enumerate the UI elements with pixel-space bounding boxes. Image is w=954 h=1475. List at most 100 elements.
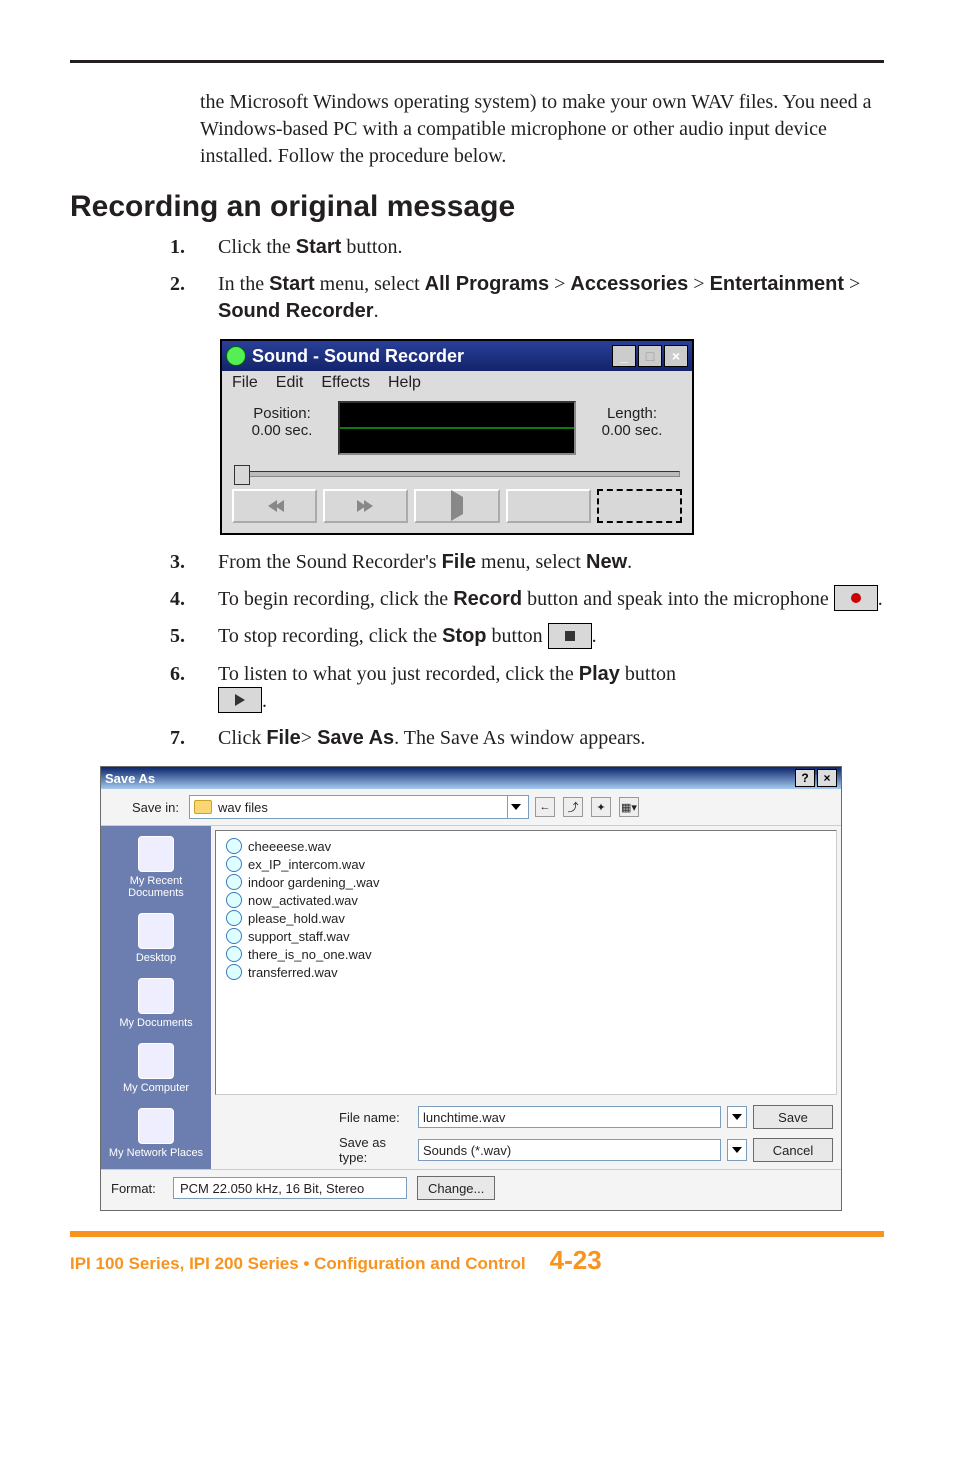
place-mydocs[interactable]: My Documents (119, 978, 192, 1029)
steps-list: 1. Click the Start button. 2. In the Sta… (170, 234, 884, 325)
position-readout: Position: 0.00 sec. (232, 401, 332, 455)
list-item[interactable]: there_is_no_one.wav (226, 945, 826, 963)
seek-start-icon (268, 500, 282, 512)
titlebar[interactable]: Sound - Sound Recorder _ □ × (222, 341, 692, 371)
menu-file[interactable]: File (232, 374, 258, 392)
steps-list-continued: 3. From the Sound Recorder's File menu, … (170, 549, 884, 752)
section-heading: Recording an original message (70, 190, 884, 224)
places-bar: My Recent Documents Desktop My Documents… (101, 826, 211, 1169)
chevron-down-icon (507, 796, 524, 818)
seek-start-button[interactable] (232, 489, 317, 523)
close-button[interactable]: × (664, 345, 688, 367)
place-recent[interactable]: My Recent Documents (101, 836, 211, 899)
wav-icon (226, 856, 242, 872)
step-number: 2. (170, 271, 218, 298)
step-1: 1. Click the Start button. (170, 234, 884, 261)
wav-icon (226, 874, 242, 890)
save-in-dropdown[interactable]: wav files (189, 795, 529, 819)
menu-help[interactable]: Help (388, 374, 421, 392)
list-item[interactable]: support_staff.wav (226, 927, 826, 945)
place-desktop[interactable]: Desktop (136, 913, 176, 964)
step-3: 3. From the Sound Recorder's File menu, … (170, 549, 884, 576)
saveastype-select[interactable]: Sounds (*.wav) (418, 1139, 721, 1161)
network-icon (138, 1108, 174, 1144)
save-in-value: wav files (218, 800, 268, 815)
record-button[interactable] (597, 489, 682, 523)
place-mynetwork[interactable]: My Network Places (109, 1108, 203, 1159)
step-2: 2. In the Start menu, select All Program… (170, 271, 884, 325)
length-readout: Length: 0.00 sec. (582, 401, 682, 455)
back-icon[interactable]: ← (535, 797, 555, 817)
record-icon (851, 593, 861, 603)
titlebar[interactable]: Save As ? × (101, 767, 841, 789)
folder-icon (194, 800, 212, 814)
step-4: 4. To begin recording, click the Record … (170, 586, 884, 613)
step-number: 7. (170, 725, 218, 752)
format-label: Format: (111, 1181, 163, 1196)
list-item[interactable]: now_activated.wav (226, 891, 826, 909)
step-number: 3. (170, 549, 218, 576)
change-button[interactable]: Change... (417, 1176, 495, 1200)
step-7: 7. Click File> Save As. The Save As wind… (170, 725, 884, 752)
list-item[interactable]: ex_IP_intercom.wav (226, 855, 826, 873)
app-icon (226, 346, 246, 366)
menu-effects[interactable]: Effects (321, 374, 370, 392)
file-list[interactable]: cheeeese.wav ex_IP_intercom.wav indoor g… (215, 830, 837, 1095)
page-number: 4-23 (550, 1245, 602, 1276)
close-button[interactable]: × (817, 769, 837, 787)
menu-edit[interactable]: Edit (276, 374, 304, 392)
step-number: 5. (170, 623, 218, 650)
minimize-button[interactable]: _ (612, 345, 636, 367)
desktop-icon (138, 913, 174, 949)
computer-icon (138, 1043, 174, 1079)
recent-icon (138, 836, 174, 872)
stop-button-inline (548, 623, 592, 649)
wav-icon (226, 946, 242, 962)
play-button-inline (218, 687, 262, 713)
wav-icon (226, 910, 242, 926)
format-value: PCM 22.050 kHz, 16 Bit, Stereo (173, 1177, 407, 1199)
seek-end-button[interactable] (323, 489, 408, 523)
step-5: 5. To stop recording, click the Stop but… (170, 623, 884, 650)
filename-label: File name: (327, 1110, 412, 1125)
seek-end-icon (359, 500, 373, 512)
wav-icon (226, 964, 242, 980)
saveastype-dropdown[interactable] (727, 1139, 747, 1161)
views-icon[interactable]: ▦▾ (619, 797, 639, 817)
help-button[interactable]: ? (795, 769, 815, 787)
up-folder-icon[interactable]: ⤴ (563, 797, 583, 817)
cancel-button[interactable]: Cancel (753, 1138, 833, 1162)
step-6: 6. To listen to what you just recorded, … (170, 661, 884, 715)
sound-recorder-window: Sound - Sound Recorder _ □ × File Edit E… (220, 339, 694, 535)
documents-icon (138, 978, 174, 1014)
list-item[interactable]: indoor gardening_.wav (226, 873, 826, 891)
step-number: 4. (170, 586, 218, 613)
list-item[interactable]: cheeeese.wav (226, 837, 826, 855)
place-mycomputer[interactable]: My Computer (123, 1043, 189, 1094)
window-title: Save As (105, 771, 155, 786)
record-button-inline (834, 585, 878, 611)
footer-text: IPI 100 Series, IPI 200 Series • Configu… (70, 1254, 526, 1274)
filename-dropdown[interactable] (727, 1106, 747, 1128)
stop-button[interactable] (506, 489, 591, 523)
step-number: 1. (170, 234, 218, 261)
waveform-display (338, 401, 576, 455)
play-icon (451, 497, 463, 515)
page-footer: IPI 100 Series, IPI 200 Series • Configu… (70, 1231, 884, 1276)
maximize-button[interactable]: □ (638, 345, 662, 367)
stop-icon (565, 631, 575, 641)
save-button[interactable]: Save (753, 1105, 833, 1129)
list-item[interactable]: please_hold.wav (226, 909, 826, 927)
new-folder-icon[interactable]: ✦ (591, 797, 611, 817)
wav-icon (226, 838, 242, 854)
menu-bar: File Edit Effects Help (222, 371, 692, 395)
list-item[interactable]: transferred.wav (226, 963, 826, 981)
play-button[interactable] (414, 489, 499, 523)
window-title: Sound - Sound Recorder (252, 346, 612, 367)
top-rule (70, 60, 884, 63)
toolbar-icons: ← ⤴ ✦ ▦▾ (535, 797, 639, 817)
save-in-label: Save in: (109, 800, 179, 815)
position-slider[interactable] (234, 465, 680, 481)
save-as-window: Save As ? × Save in: wav files ← ⤴ ✦ ▦▾ … (100, 766, 842, 1211)
filename-input[interactable]: lunchtime.wav (418, 1106, 721, 1128)
